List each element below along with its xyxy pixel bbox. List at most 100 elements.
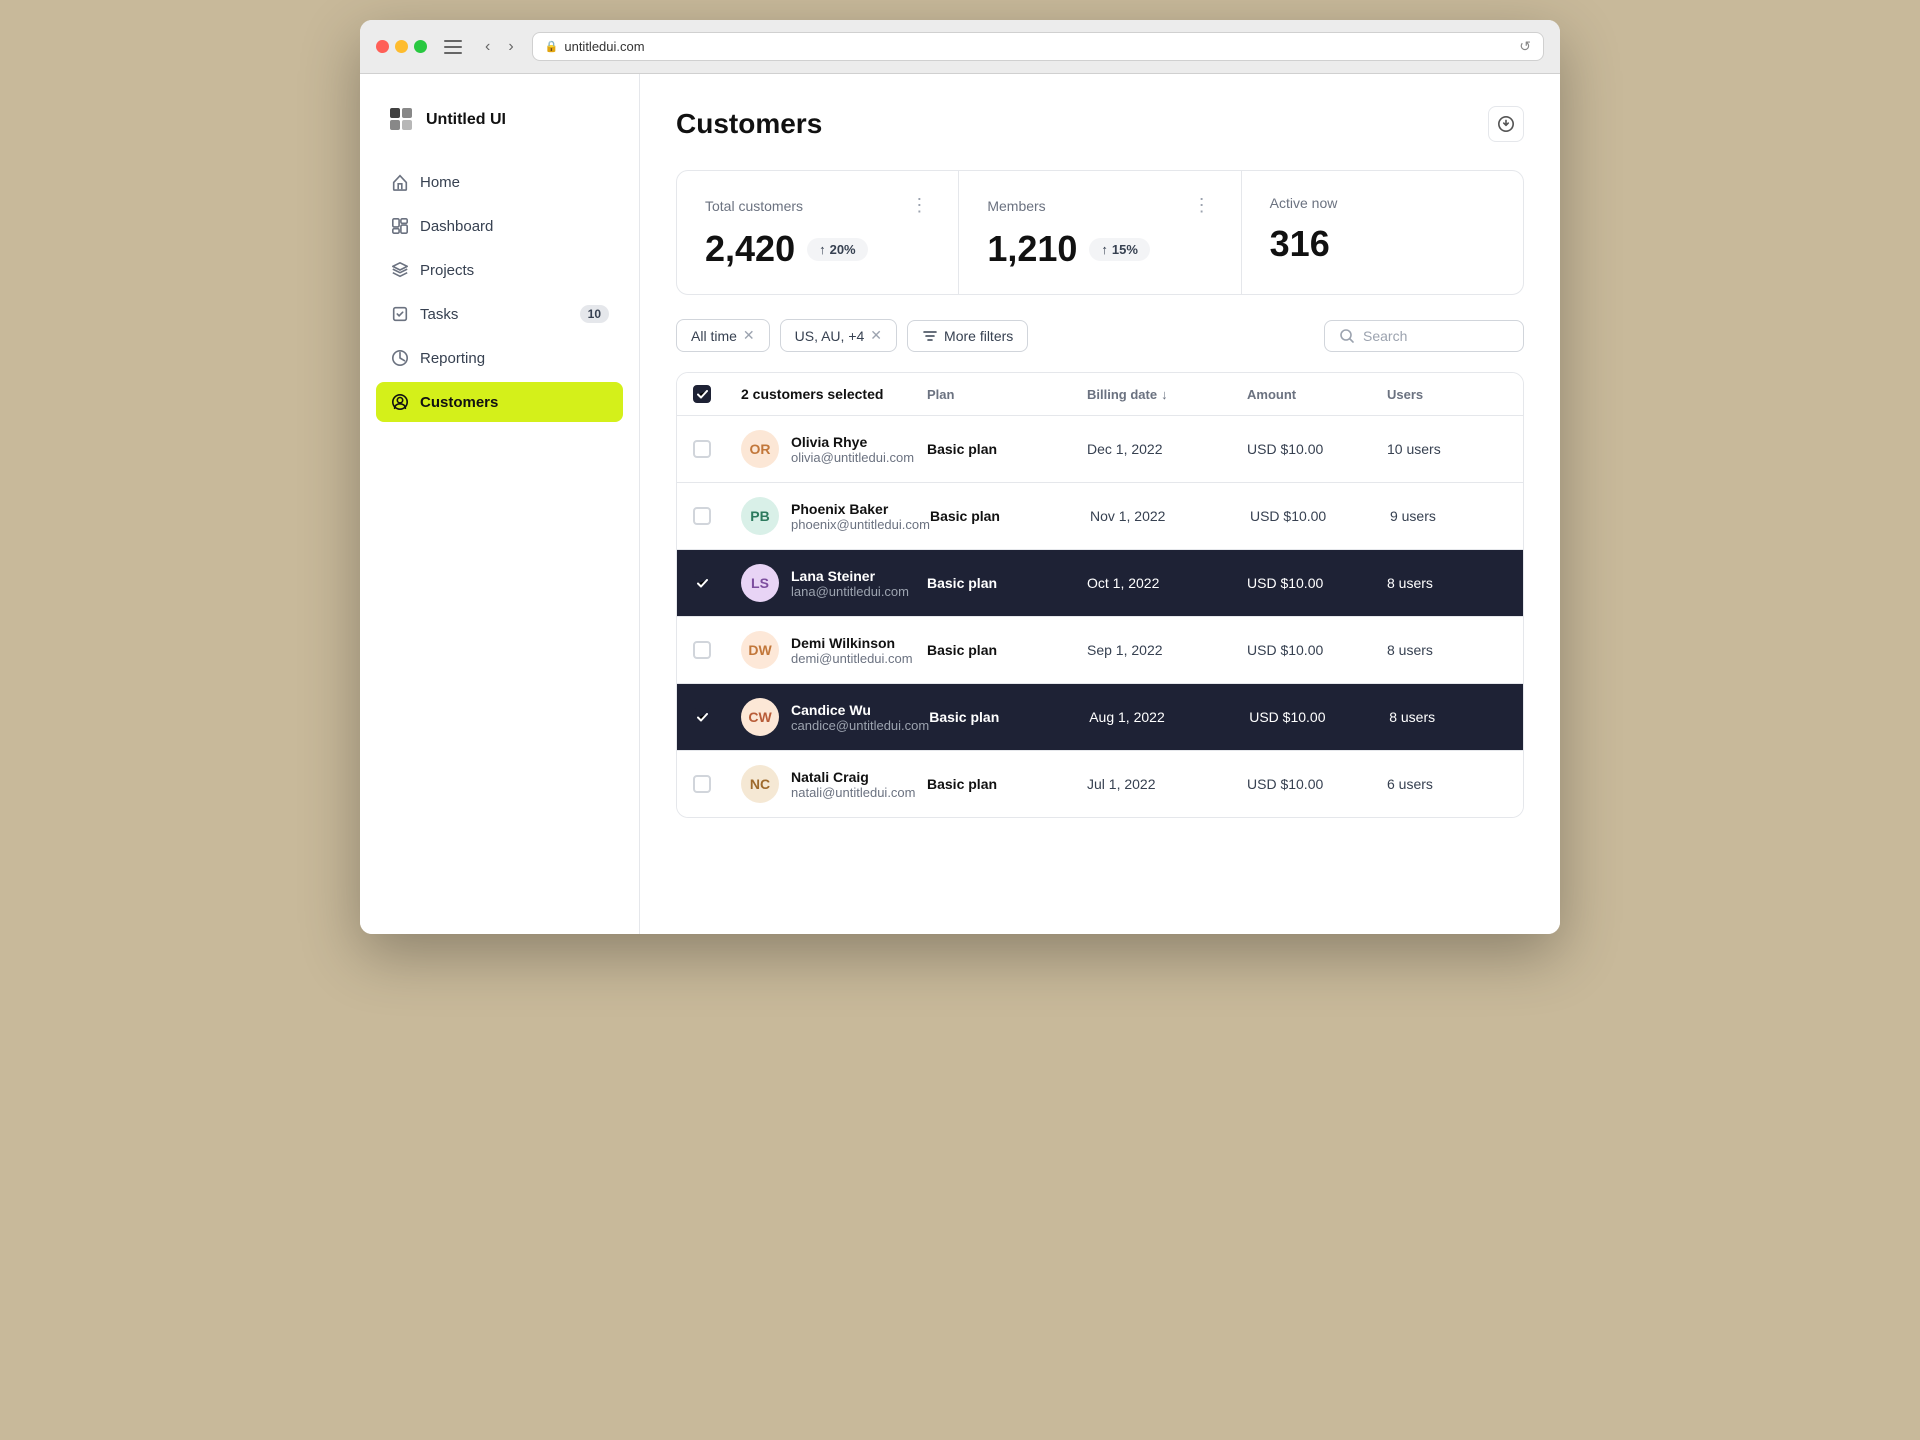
table-header: 2 customers selected Plan Billing date ↓… [677, 373, 1523, 416]
avatar-phoenix: PB [741, 497, 779, 535]
back-button[interactable]: ‹ [479, 36, 496, 58]
filter-location-label: US, AU, +4 [795, 328, 865, 344]
customer-email-lana: lana@untitledui.com [791, 584, 909, 599]
filter-more-button[interactable]: More filters [907, 320, 1028, 352]
close-dot[interactable] [376, 40, 389, 53]
download-button[interactable] [1488, 106, 1524, 142]
filter-location[interactable]: US, AU, +4 ✕ [780, 319, 897, 352]
customer-name-natali: Natali Craig [791, 769, 915, 785]
customer-info-natali: NC Natali Craig natali@untitledui.com [741, 765, 927, 803]
customer-name-phoenix: Phoenix Baker [791, 501, 930, 517]
address-bar[interactable]: 🔒 untitledui.com ↺ [532, 32, 1544, 61]
stat-total-value: 2,420 ↑ 20% [705, 228, 930, 270]
customers-table: 2 customers selected Plan Billing date ↓… [676, 372, 1524, 818]
customer-info-lana: LS Lana Steiner lana@untitledui.com [741, 564, 927, 602]
row-demi-checkbox[interactable] [693, 641, 711, 659]
sidebar-item-tasks[interactable]: Tasks 10 [376, 294, 623, 334]
stat-active-value: 316 [1270, 223, 1495, 265]
amount-demi: USD $10.00 [1247, 642, 1387, 658]
filters-row: All time ✕ US, AU, +4 ✕ More filters [676, 319, 1524, 352]
stat-active-now: Active now 316 [1242, 171, 1523, 294]
th-billing: Billing date ↓ [1087, 387, 1247, 402]
customer-name-lana: Lana Steiner [791, 568, 909, 584]
url-text: untitledui.com [564, 39, 644, 54]
amount-phoenix: USD $10.00 [1250, 508, 1390, 524]
th-plan: Plan [927, 387, 1087, 402]
filter-all-time-close[interactable]: ✕ [743, 327, 755, 344]
row-phoenix-checkbox[interactable] [693, 507, 711, 525]
table-row-olivia[interactable]: OR Olivia Rhye olivia@untitledui.com Bas… [677, 416, 1523, 483]
amount-lana: USD $10.00 [1247, 575, 1387, 591]
home-icon [390, 172, 410, 192]
stat-total-menu[interactable]: ⋮ [910, 195, 930, 216]
users-candice: 8 users [1389, 709, 1509, 725]
row-lana-checkbox[interactable] [693, 574, 711, 592]
sidebar-item-reporting-label: Reporting [420, 350, 485, 367]
filter-location-close[interactable]: ✕ [870, 327, 882, 344]
customer-email-phoenix: phoenix@untitledui.com [791, 517, 930, 532]
sidebar-item-projects[interactable]: Projects [376, 250, 623, 290]
sidebar-item-customers[interactable]: Customers [376, 382, 623, 422]
refresh-button[interactable]: ↺ [1519, 38, 1531, 55]
dashboard-icon [390, 216, 410, 236]
minimize-dot[interactable] [395, 40, 408, 53]
customer-info-phoenix: PB Phoenix Baker phoenix@untitledui.com [741, 497, 930, 535]
stat-members-badge: ↑ 15% [1089, 238, 1150, 261]
plan-lana: Basic plan [927, 575, 1087, 591]
reporting-icon [390, 348, 410, 368]
forward-button[interactable]: › [502, 36, 519, 58]
customers-icon [390, 392, 410, 412]
maximize-dot[interactable] [414, 40, 427, 53]
filter-all-time-label: All time [691, 328, 737, 344]
browser-dots [376, 40, 427, 53]
amount-candice: USD $10.00 [1249, 709, 1389, 725]
sidebar-item-home-label: Home [420, 174, 460, 191]
main-content: Customers Total customers ⋮ 2,420 [640, 74, 1560, 934]
customer-email-olivia: olivia@untitledui.com [791, 450, 914, 465]
sidebar-item-tasks-label: Tasks [420, 306, 458, 323]
row-candice-checkbox[interactable] [693, 708, 711, 726]
page-header: Customers [676, 106, 1524, 142]
plan-natali: Basic plan [927, 776, 1087, 792]
billing-natali: Jul 1, 2022 [1087, 776, 1247, 792]
customer-email-demi: demi@untitledui.com [791, 651, 913, 666]
sidebar-item-customers-label: Customers [420, 394, 498, 411]
stat-members-menu[interactable]: ⋮ [1193, 195, 1213, 216]
browser-window: ‹ › 🔒 untitledui.com ↺ Untitled U [360, 20, 1560, 934]
layers-icon [390, 260, 410, 280]
table-row-natali[interactable]: NC Natali Craig natali@untitledui.com Ba… [677, 751, 1523, 817]
billing-olivia: Dec 1, 2022 [1087, 441, 1247, 457]
logo-icon [388, 106, 416, 134]
table-row-phoenix[interactable]: PB Phoenix Baker phoenix@untitledui.com … [677, 483, 1523, 550]
stat-members: Members ⋮ 1,210 ↑ 15% [959, 171, 1241, 294]
sidebar-item-home[interactable]: Home [376, 162, 623, 202]
plan-demi: Basic plan [927, 642, 1087, 658]
avatar-olivia: OR [741, 430, 779, 468]
sidebar-toggle-button[interactable] [439, 37, 467, 57]
search-box[interactable]: Search [1324, 320, 1524, 352]
avatar-demi: DW [741, 631, 779, 669]
users-natali: 6 users [1387, 776, 1507, 792]
customer-name-demi: Demi Wilkinson [791, 635, 913, 651]
search-placeholder: Search [1363, 328, 1407, 344]
browser-nav: ‹ › [479, 36, 520, 58]
customer-info-olivia: OR Olivia Rhye olivia@untitledui.com [741, 430, 927, 468]
row-olivia-checkbox[interactable] [693, 440, 711, 458]
lock-icon: 🔒 [545, 40, 559, 53]
table-row-demi[interactable]: DW Demi Wilkinson demi@untitledui.com Ba… [677, 617, 1523, 684]
table-row-candice[interactable]: CW Candice Wu candice@untitledui.com Bas… [677, 684, 1523, 751]
th-users: Users [1387, 387, 1507, 402]
sidebar-item-dashboard[interactable]: Dashboard [376, 206, 623, 246]
table-row-lana[interactable]: LS Lana Steiner lana@untitledui.com Basi… [677, 550, 1523, 617]
filter-all-time[interactable]: All time ✕ [676, 319, 770, 352]
stat-total-label: Total customers [705, 198, 803, 214]
avatar-natali: NC [741, 765, 779, 803]
sidebar-item-reporting[interactable]: Reporting [376, 338, 623, 378]
stat-total-badge: ↑ 20% [807, 238, 868, 261]
stat-members-value: 1,210 ↑ 15% [987, 228, 1212, 270]
billing-candice: Aug 1, 2022 [1089, 709, 1249, 725]
billing-phoenix: Nov 1, 2022 [1090, 508, 1250, 524]
logo: Untitled UI [376, 98, 623, 142]
select-all-checkbox[interactable] [693, 385, 711, 403]
row-natali-checkbox[interactable] [693, 775, 711, 793]
